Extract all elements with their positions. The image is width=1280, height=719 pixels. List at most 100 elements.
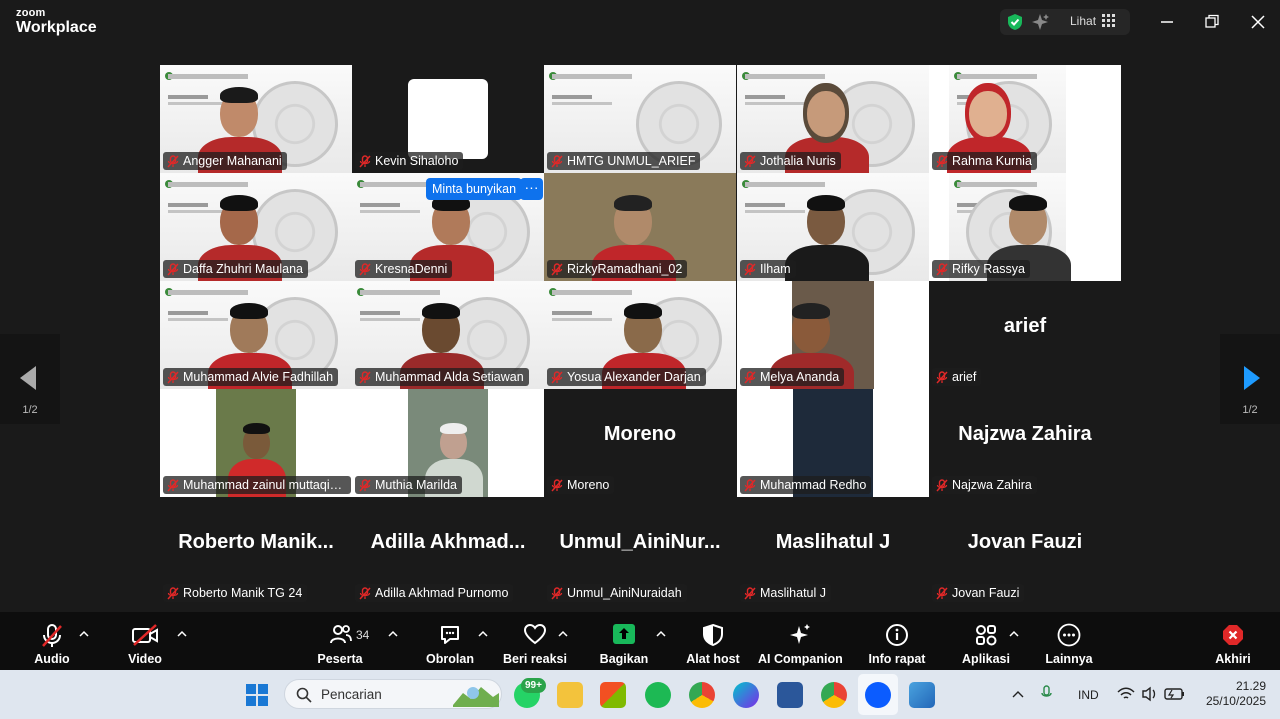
word-icon[interactable]: [777, 682, 803, 708]
participant-tile[interactable]: Moreno Moreno: [544, 389, 736, 497]
audio-options-chevron-icon[interactable]: [79, 630, 89, 638]
security-shield-icon[interactable]: [1005, 12, 1025, 37]
file-explorer-icon[interactable]: [557, 682, 583, 708]
participant-tile[interactable]: Maslihatul J Maslihatul J: [737, 497, 929, 605]
video-button[interactable]: Video: [115, 612, 175, 670]
host-tools-label: Alat host: [686, 652, 740, 666]
participant-tile[interactable]: Angger Mahanani: [160, 65, 352, 173]
participant-tile[interactable]: HMTG UNMUL_ARIEF: [544, 65, 736, 173]
avatar-placeholder: [408, 79, 488, 159]
mic-muted-icon: [936, 371, 948, 384]
react-button[interactable]: Beri reaksi: [500, 612, 570, 670]
participant-tile[interactable]: Daffa Zhuhri Maulana: [160, 173, 352, 281]
next-page-button[interactable]: 1/2: [1220, 334, 1280, 424]
tray-overflow-chevron-icon[interactable]: [1012, 689, 1024, 699]
video-label: Video: [128, 652, 162, 666]
apps-label: Aplikasi: [962, 652, 1010, 666]
close-icon[interactable]: [1248, 12, 1268, 32]
prev-page-button[interactable]: 1/2: [0, 334, 60, 424]
share-screen-button[interactable]: Bagikan: [594, 612, 654, 670]
participant-tile[interactable]: Jovan Fauzi Jovan Fauzi: [929, 497, 1121, 605]
participant-display-name: Jovan Fauzi: [967, 531, 1083, 553]
tile-more-button[interactable]: ···: [520, 178, 543, 200]
ask-unmute-button[interactable]: Minta bunyikan: [426, 178, 523, 200]
participant-name-label: Angger Mahanani: [163, 152, 287, 170]
participant-name: Roberto Manik TG 24: [183, 586, 303, 600]
apps-button[interactable]: Aplikasi: [956, 612, 1016, 670]
photos-icon[interactable]: [909, 682, 935, 708]
speech-input-icon[interactable]: [1040, 685, 1060, 703]
participant-name: Rahma Kurnia: [952, 154, 1032, 168]
view-controls: Lihat: [1000, 9, 1130, 35]
apps-options-chevron-icon[interactable]: [1009, 630, 1019, 638]
participant-name: Muhammad Alda Setiawan: [375, 370, 524, 384]
chrome-icon[interactable]: [689, 682, 715, 708]
participant-tile[interactable]: Najzwa Zahira Najzwa Zahira: [929, 389, 1121, 497]
participant-tile[interactable]: Muthia Marilda: [352, 389, 544, 497]
end-meeting-button[interactable]: Akhiri: [1203, 612, 1263, 670]
minimize-icon[interactable]: [1157, 12, 1177, 32]
participant-tile[interactable]: Rahma Kurnia: [929, 65, 1121, 173]
taskbar-search[interactable]: Pencarian: [284, 679, 502, 709]
participant-tile[interactable]: Jothalia Nuris: [737, 65, 929, 173]
view-label[interactable]: Lihat: [1070, 14, 1096, 28]
wifi-icon[interactable]: [1117, 687, 1135, 701]
participant-tile[interactable]: Yosua Alexander Darjan: [544, 281, 736, 389]
windows-start-icon[interactable]: [246, 684, 268, 706]
ai-sparkle-icon[interactable]: [1031, 12, 1051, 37]
system-clock[interactable]: 21.29 25/10/2025: [1196, 679, 1266, 709]
mic-muted-icon: [167, 587, 179, 600]
participant-tile[interactable]: Kevin Sihaloho: [352, 65, 544, 173]
mic-muted-icon: [936, 479, 948, 492]
participant-tile[interactable]: Muhammad Alda Setiawan: [352, 281, 544, 389]
more-label: Lainnya: [1045, 652, 1093, 666]
title-bar: zoom Workplace Lihat: [0, 0, 1280, 44]
participant-tile[interactable]: Muhammad Alvie Fadhillah: [160, 281, 352, 389]
participant-tile[interactable]: Roberto Manik... Roberto Manik TG 24: [160, 497, 352, 605]
participant-display-name: Moreno: [603, 423, 677, 445]
zoom-taskbar-icon[interactable]: [865, 682, 891, 708]
ai-companion-sparkle-icon: [790, 624, 810, 644]
participant-tile[interactable]: Melya Ananda: [737, 281, 929, 389]
participant-name-label: Kevin Sihaloho: [355, 152, 464, 170]
participant-tile[interactable]: Unmul_AiniNur... Unmul_AiniNuraidah: [544, 497, 736, 605]
restore-icon[interactable]: [1202, 12, 1222, 32]
participant-name: Moreno: [567, 478, 610, 492]
participant-name: Maslihatul J: [760, 586, 826, 600]
more-button[interactable]: Lainnya: [1039, 612, 1099, 670]
react-options-chevron-icon[interactable]: [558, 630, 568, 638]
participant-tile[interactable]: arief arief: [929, 281, 1121, 389]
participant-name-label: Rifky Rassya: [932, 260, 1030, 278]
spotify-icon[interactable]: [645, 682, 671, 708]
participant-tile[interactable]: Rifky Rassya: [929, 173, 1121, 281]
participant-tile[interactable]: RizkyRamadhani_02: [544, 173, 736, 281]
input-language[interactable]: IND: [1078, 688, 1099, 702]
participant-name: Muhammad zainul muttaqin...: [183, 478, 347, 492]
share-options-chevron-icon[interactable]: [656, 630, 666, 638]
mic-muted-icon: [551, 479, 563, 492]
chat-button[interactable]: Obrolan: [420, 612, 480, 670]
microsoft-store-icon[interactable]: [600, 682, 626, 708]
participant-tile[interactable]: Adilla Akhmad... Adilla Akhmad Purnomo: [352, 497, 544, 605]
ai-companion-button[interactable]: AI Companion: [758, 612, 843, 670]
participant-name-label: Maslihatul J: [740, 584, 831, 602]
zoom-logo: zoom Workplace: [16, 8, 97, 36]
meeting-info-button[interactable]: Info rapat: [866, 612, 928, 670]
participant-tile[interactable]: Ilham: [737, 173, 929, 281]
participants-options-chevron-icon[interactable]: [388, 630, 398, 638]
chat-options-chevron-icon[interactable]: [478, 630, 488, 638]
chrome-profile-icon[interactable]: [821, 682, 847, 708]
video-options-chevron-icon[interactable]: [177, 630, 187, 638]
mic-muted-icon: [359, 155, 371, 168]
participant-tile[interactable]: Muhammad zainul muttaqin...: [160, 389, 352, 497]
canva-icon[interactable]: [733, 682, 759, 708]
mic-muted-icon: [359, 479, 371, 492]
host-tools-button[interactable]: Alat host: [683, 612, 743, 670]
audio-button[interactable]: Audio: [22, 612, 82, 670]
battery-icon[interactable]: [1164, 687, 1186, 701]
volume-icon[interactable]: [1141, 686, 1159, 702]
participant-name-label: Unmul_AiniNuraidah: [547, 584, 687, 602]
grid-view-icon[interactable]: [1102, 14, 1116, 33]
participant-tile[interactable]: Muhammad Redho: [737, 389, 929, 497]
participant-display-name: Adilla Akhmad...: [370, 531, 526, 553]
